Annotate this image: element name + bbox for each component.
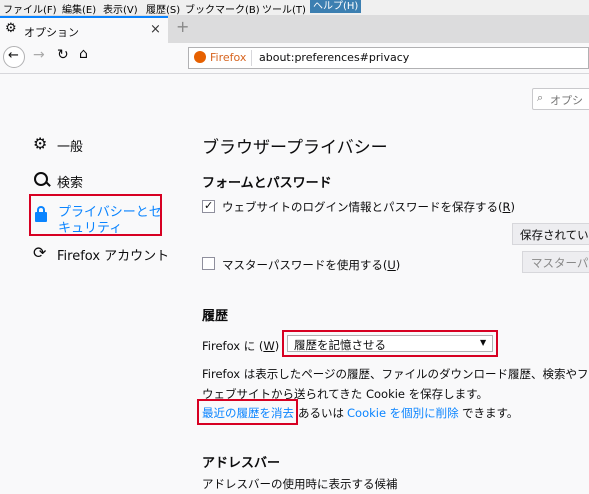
firefox-icon (194, 51, 206, 63)
url-text[interactable]: about:preferences#privacy (259, 51, 409, 64)
save-logins-checkbox[interactable]: ✓ (202, 199, 215, 213)
search-placeholder: オプシ (550, 94, 583, 107)
menu-bookmarks[interactable]: ブックマーク(B) (185, 1, 260, 16)
search-input[interactable]: ⌕ オプシ (532, 88, 589, 110)
tab-title: オプション (24, 26, 79, 39)
dropdown-arrow-icon: ▼ (480, 338, 487, 347)
identity-label: Firefox (210, 51, 247, 64)
sidebar-item-privacy[interactable]: プライバシーとセ キュリティ (29, 194, 162, 236)
forward-button[interactable]: → (33, 47, 45, 63)
history-select[interactable]: 履歴を記憶させる ▼ (287, 335, 493, 352)
remove-cookie-link[interactable]: Cookie を個別に削除 (347, 405, 459, 421)
master-password-checkbox[interactable] (202, 257, 215, 270)
master-password-button[interactable]: マスターパ (522, 251, 589, 273)
new-tab-button[interactable]: + (176, 17, 189, 36)
save-logins-label: ウェブサイトのログイン情報とパスワードを保存する(R) (222, 200, 515, 214)
history-mode-label: Firefox に (W) (202, 339, 280, 353)
gear-icon: ⚙ (33, 134, 48, 153)
history-select-highlight: 履歴を記憶させる ▼ (282, 330, 498, 357)
or-text: あるいは (298, 406, 344, 420)
can-text: できます。 (462, 406, 519, 420)
close-icon[interactable]: × (150, 22, 161, 37)
address-bar-heading: アドレスバー (202, 456, 281, 471)
history-heading: 履歴 (202, 309, 229, 324)
url-separator (251, 50, 252, 66)
search-icon: ⌕ (537, 91, 544, 104)
history-select-value: 履歴を記憶させる (294, 338, 386, 352)
menu-view[interactable]: 表示(V) (103, 1, 138, 16)
master-password-label: マスターパスワードを使用する(U) (222, 258, 401, 272)
sidebar-item-label: 一般 (57, 140, 84, 155)
reload-button[interactable]: ↻ (57, 47, 69, 63)
sidebar-item-label: Firefox アカウント (57, 249, 170, 264)
history-description: Firefox は表示したページの履歴、ファイルのダウンロード履歴、検索やフォ (202, 367, 589, 381)
clear-history-link[interactable]: 最近の履歴を消去 (202, 405, 294, 421)
menu-edit[interactable]: 編集(E) (62, 1, 96, 16)
menu-bar: ファイル(F) 編集(E) 表示(V) 履歴(S) ブックマーク(B) ツール(… (0, 0, 589, 16)
sync-icon: ⟳ (33, 243, 47, 262)
menu-file[interactable]: ファイル(F) (3, 1, 57, 16)
tab-options[interactable]: ⚙ オプション × (0, 16, 168, 43)
home-button[interactable]: ⌂ (79, 46, 88, 62)
menu-history[interactable]: 履歴(S) (146, 1, 180, 16)
page-title: ブラウザープライバシー (202, 138, 388, 158)
forms-heading: フォームとパスワード (202, 176, 332, 191)
url-bar[interactable]: Firefox about:preferences#privacy (188, 47, 589, 69)
gear-icon: ⚙ (5, 21, 17, 36)
address-bar-description: アドレスバーの使用時に表示する候補 (202, 477, 398, 491)
saved-logins-button[interactable]: 保存されてい (512, 223, 589, 245)
check-icon: ✓ (204, 199, 214, 212)
back-button[interactable]: ← (3, 46, 25, 68)
menu-tools[interactable]: ツール(T) (262, 1, 306, 16)
arrow-left-icon: ← (8, 48, 19, 63)
sidebar-item-label: キュリティ (58, 221, 123, 236)
sidebar-item-label: 検索 (57, 176, 84, 191)
menu-help[interactable]: ヘルプ(H) (310, 0, 362, 13)
